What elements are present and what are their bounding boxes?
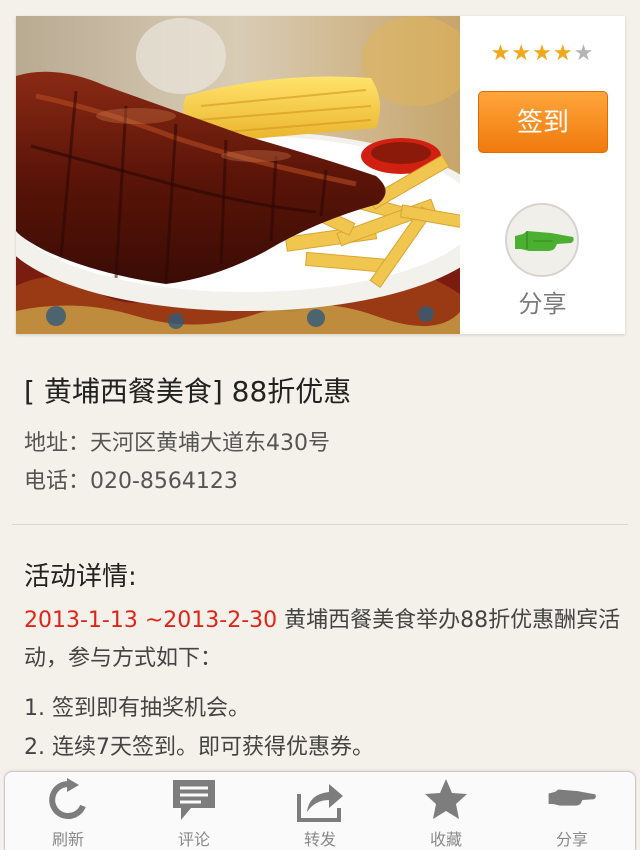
refresh-icon: [49, 778, 86, 819]
food-photo: [16, 16, 460, 334]
comment-icon: [173, 780, 215, 820]
details-heading: 活动详情:: [24, 562, 137, 592]
tab-share[interactable]: 分享: [509, 772, 635, 850]
tab-label: 评论: [177, 830, 210, 849]
action-panel: ★★★★★ 签到 分享: [460, 16, 625, 334]
star-filled-icon: ★: [490, 41, 512, 66]
date-range: 2013-1-13 ~2013-2-30: [24, 608, 278, 633]
star-empty-icon: ★: [573, 41, 595, 66]
tab-label: 收藏: [429, 830, 462, 849]
tab-favorite[interactable]: 收藏: [383, 772, 509, 850]
tab-refresh[interactable]: 刷新: [5, 772, 131, 850]
star-icon: [425, 779, 467, 819]
tab-label: 转发: [303, 830, 336, 849]
checkin-button[interactable]: 签到: [478, 91, 608, 153]
tab-forward[interactable]: 转发: [257, 772, 383, 850]
tab-label: 刷新: [51, 830, 84, 849]
phone-text[interactable]: 电话：020-8564123: [24, 463, 238, 495]
address-text: 地址：天河区黄埔大道东430号: [24, 431, 330, 456]
rating-stars: ★★★★★: [460, 42, 625, 66]
detail-item: 2. 连续7天签到。即可获得优惠券。: [24, 735, 374, 760]
share-button[interactable]: [505, 203, 579, 277]
divider: [12, 524, 628, 525]
deal-card: ★★★★★ 签到 分享: [16, 16, 625, 334]
bottom-tab-bar: 刷新 评论 转发 收藏 分享: [4, 771, 636, 850]
share-hand-icon: [548, 789, 596, 806]
detail-item: 1. 签到即有抽奖机会。: [24, 696, 250, 721]
tab-comment[interactable]: 评论: [131, 772, 257, 850]
star-filled-icon: ★: [552, 41, 574, 66]
share-label: 分享: [518, 290, 567, 318]
star-filled-icon: ★: [511, 41, 533, 66]
hand-pointing-icon: [515, 231, 574, 251]
forward-icon: [297, 784, 343, 822]
tab-label: 分享: [555, 830, 588, 849]
star-filled-icon: ★: [532, 41, 553, 66]
details-description: 2013-1-13 ~2013-2-30 黄埔西餐美食举办88折优惠酬宾活动，参…: [24, 602, 624, 678]
deal-title: [ 黄埔西餐美食] 88折优惠: [24, 375, 352, 408]
